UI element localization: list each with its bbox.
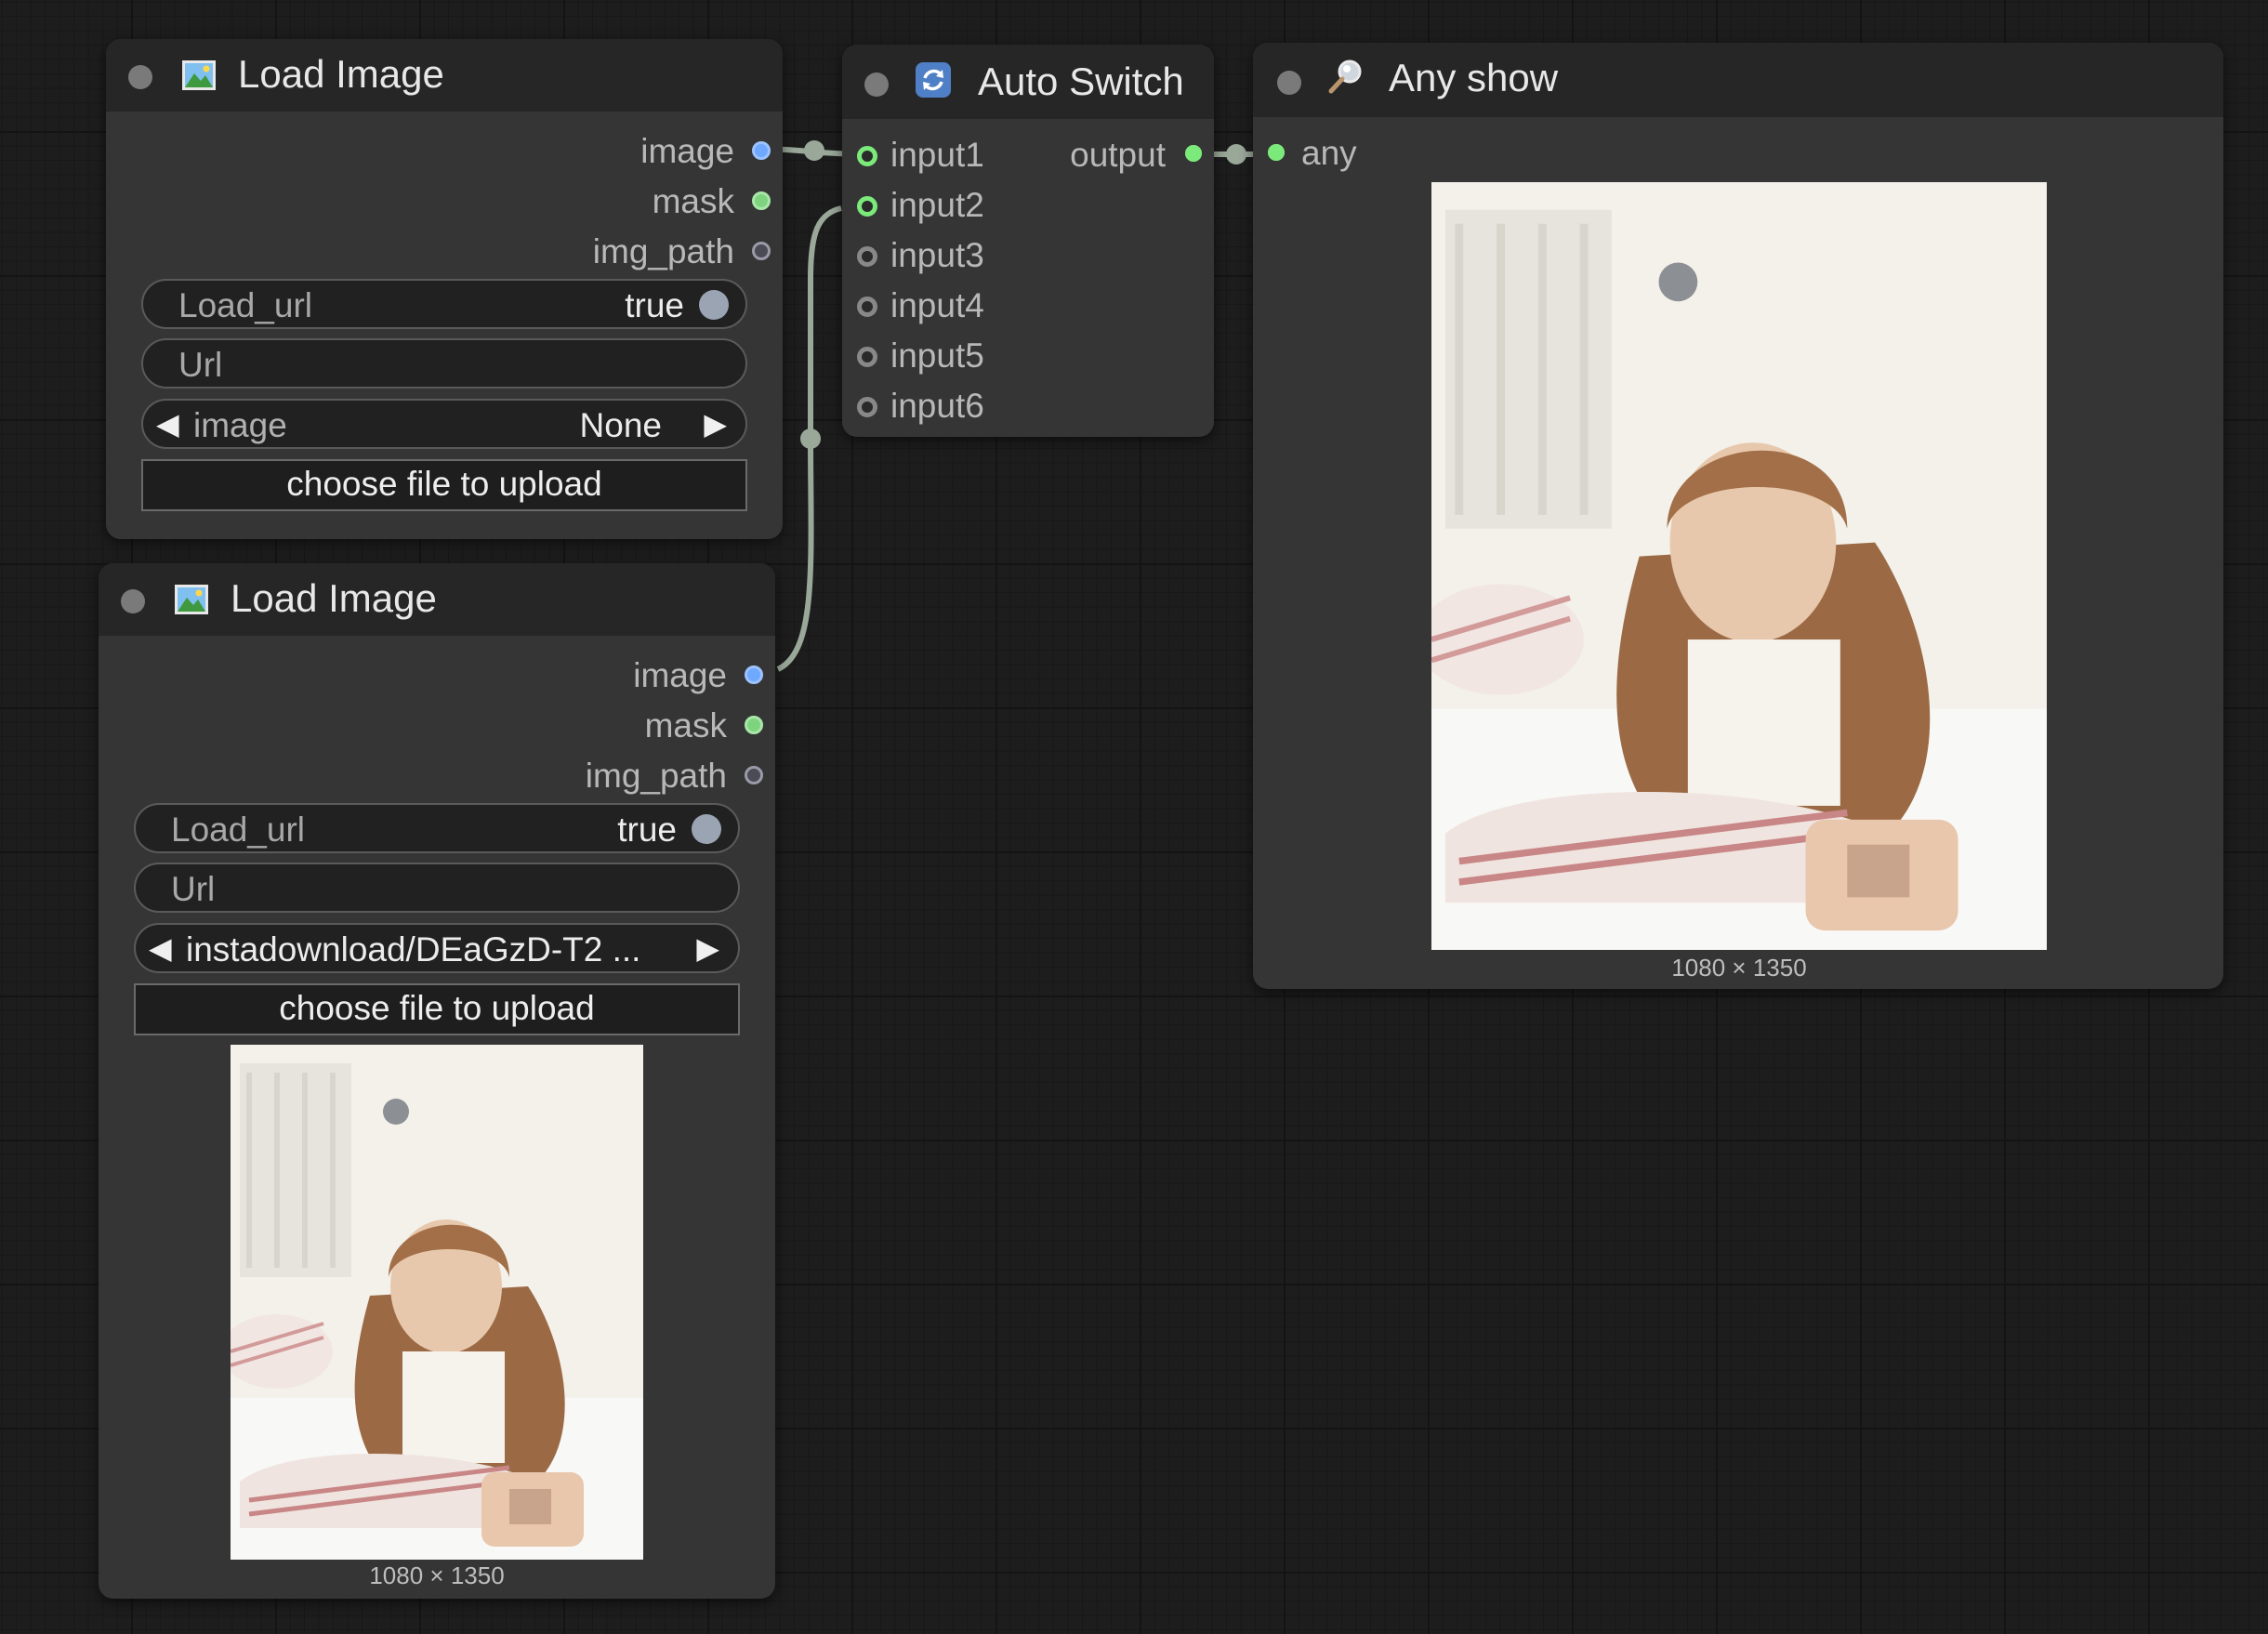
slot-connector[interactable] bbox=[857, 296, 877, 317]
node-title: Auto Switch bbox=[978, 59, 1184, 103]
link-midpoint-1 bbox=[804, 140, 824, 161]
picture-icon bbox=[182, 60, 216, 90]
image-combo[interactable]: ◀ instadownload/DEaGzD-T2 ... ▶ bbox=[134, 923, 740, 973]
output-slot-output[interactable]: output bbox=[1028, 132, 1214, 177]
slot-label: input4 bbox=[890, 286, 984, 324]
output-slot-img-path[interactable]: img_path bbox=[504, 229, 783, 273]
slot-label: input1 bbox=[890, 136, 984, 174]
widget-label: Load_url bbox=[178, 286, 313, 324]
picture-icon bbox=[175, 585, 208, 614]
arrow-right-icon[interactable]: ▶ bbox=[704, 406, 727, 441]
slot-label: mask bbox=[652, 182, 734, 220]
input-slot-3[interactable]: input3 bbox=[842, 232, 1121, 277]
widget-value: instadownload/DEaGzD-T2 ... bbox=[186, 930, 641, 969]
link-image2-to-input2 bbox=[776, 205, 842, 672]
link-midpoint-2 bbox=[800, 428, 821, 449]
output-slot-img-path[interactable]: img_path bbox=[496, 753, 775, 797]
slot-label: input2 bbox=[890, 186, 984, 224]
toggle-knob[interactable] bbox=[692, 814, 721, 844]
slot-label: input5 bbox=[890, 336, 984, 375]
output-slot-mask[interactable]: mask bbox=[496, 703, 775, 747]
url-field[interactable]: Url bbox=[134, 863, 740, 913]
auto-switch-node[interactable]: Auto Switch input1 input2 input3 input4 … bbox=[842, 45, 1214, 437]
refresh-icon bbox=[916, 62, 951, 98]
slot-connector[interactable] bbox=[745, 766, 763, 784]
load-url-toggle[interactable]: Load_url true bbox=[134, 803, 740, 853]
slot-connector[interactable] bbox=[857, 146, 877, 166]
slot-label: any bbox=[1301, 134, 1357, 172]
node-title: Any show bbox=[1389, 56, 1559, 99]
input-slot-6[interactable]: input6 bbox=[842, 383, 1121, 428]
slot-connector[interactable] bbox=[857, 196, 877, 217]
collapse-toggle[interactable] bbox=[128, 65, 152, 89]
load-url-toggle[interactable]: Load_url true bbox=[141, 279, 747, 329]
node-title-bar[interactable]: Load Image bbox=[106, 39, 783, 112]
node-title: Load Image bbox=[238, 52, 444, 96]
slot-label: mask bbox=[644, 706, 727, 745]
toggle-knob[interactable] bbox=[699, 290, 729, 320]
magnifier-icon bbox=[1328, 59, 1362, 94]
widget-label: Url bbox=[171, 870, 216, 908]
slot-connector[interactable] bbox=[857, 397, 877, 417]
input-slot-any[interactable]: any bbox=[1253, 130, 1532, 175]
widget-label: Load_url bbox=[171, 810, 306, 849]
node-title-bar[interactable]: Any show bbox=[1253, 43, 2223, 117]
slot-connector[interactable] bbox=[752, 141, 771, 160]
widget-value: None bbox=[579, 406, 662, 444]
input-slot-4[interactable]: input4 bbox=[842, 283, 1121, 327]
node-title-bar[interactable]: Auto Switch bbox=[842, 45, 1214, 119]
load-image-node-1[interactable]: Load Image image mask img_path Load_url … bbox=[106, 39, 783, 539]
upload-button[interactable]: choose file to upload bbox=[134, 983, 740, 1035]
slot-connector[interactable] bbox=[745, 665, 763, 684]
image-preview bbox=[1431, 182, 2047, 950]
slot-label: img_path bbox=[585, 757, 727, 795]
widget-value: true bbox=[625, 286, 684, 324]
node-title-bar[interactable]: Load Image bbox=[99, 563, 775, 636]
link-midpoint-3 bbox=[1226, 144, 1246, 165]
preview-size-caption: 1080 × 1350 bbox=[369, 1562, 505, 1589]
slot-label: input3 bbox=[890, 236, 984, 274]
slot-label: input6 bbox=[890, 387, 984, 425]
collapse-toggle[interactable] bbox=[121, 589, 145, 613]
collapse-toggle[interactable] bbox=[1277, 71, 1301, 95]
any-show-node[interactable]: Any show any 1080 × 1350 bbox=[1253, 43, 2223, 989]
input-slot-2[interactable]: input2 bbox=[842, 182, 1121, 227]
slot-connector[interactable] bbox=[857, 246, 877, 267]
load-image-node-2[interactable]: Load Image image mask img_path Load_url … bbox=[99, 563, 775, 1599]
url-field[interactable]: Url bbox=[141, 338, 747, 389]
output-slot-image[interactable]: image bbox=[504, 128, 783, 173]
input-slot-5[interactable]: input5 bbox=[842, 333, 1121, 377]
node-canvas[interactable]: Load Image image mask img_path Load_url … bbox=[0, 0, 2268, 1634]
collapse-toggle[interactable] bbox=[864, 72, 889, 97]
slot-connector[interactable] bbox=[1268, 144, 1285, 161]
slot-connector[interactable] bbox=[752, 242, 771, 260]
arrow-left-icon[interactable]: ◀ bbox=[149, 930, 172, 966]
preview-size-caption: 1080 × 1350 bbox=[1671, 954, 1807, 982]
widget-label: Url bbox=[178, 346, 223, 384]
slot-label: image bbox=[633, 656, 727, 694]
widget-label: image bbox=[193, 406, 287, 444]
slot-connector[interactable] bbox=[1185, 145, 1202, 162]
slot-connector[interactable] bbox=[745, 716, 763, 734]
upload-button[interactable]: choose file to upload bbox=[141, 459, 747, 511]
slot-connector[interactable] bbox=[752, 191, 771, 210]
arrow-right-icon[interactable]: ▶ bbox=[696, 930, 719, 966]
output-slot-image[interactable]: image bbox=[496, 652, 775, 697]
image-combo[interactable]: ◀ image None ▶ bbox=[141, 399, 747, 449]
arrow-left-icon[interactable]: ◀ bbox=[156, 406, 179, 441]
slot-label: output bbox=[1070, 136, 1166, 174]
node-title: Load Image bbox=[231, 576, 437, 620]
slot-connector[interactable] bbox=[857, 347, 877, 367]
output-slot-mask[interactable]: mask bbox=[504, 178, 783, 223]
widget-value: true bbox=[617, 810, 677, 849]
slot-label: img_path bbox=[592, 232, 734, 270]
image-preview bbox=[231, 1045, 643, 1560]
slot-label: image bbox=[640, 132, 734, 170]
